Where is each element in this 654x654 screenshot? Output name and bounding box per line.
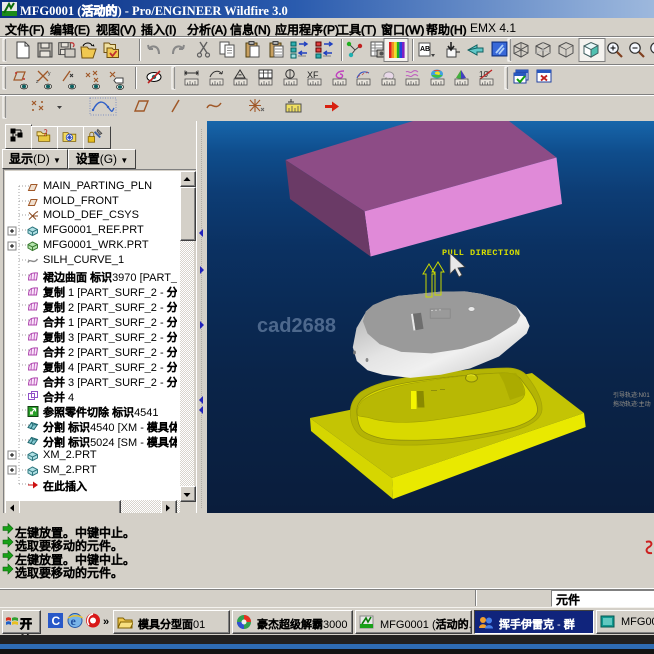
- svg-text:y: y: [48, 71, 51, 77]
- svg-text:拖动轨迹:主动: 拖动轨迹:主动: [613, 400, 651, 408]
- svg-text:C: C: [52, 614, 61, 628]
- svg-text:AB: AB: [420, 46, 430, 53]
- svg-text:XF: XF: [307, 70, 319, 80]
- svg-text:»: »: [103, 616, 109, 628]
- svg-text:cad2688: cad2688: [257, 315, 336, 337]
- svg-text:引导轨迹:N01: 引导轨迹:N01: [613, 391, 650, 399]
